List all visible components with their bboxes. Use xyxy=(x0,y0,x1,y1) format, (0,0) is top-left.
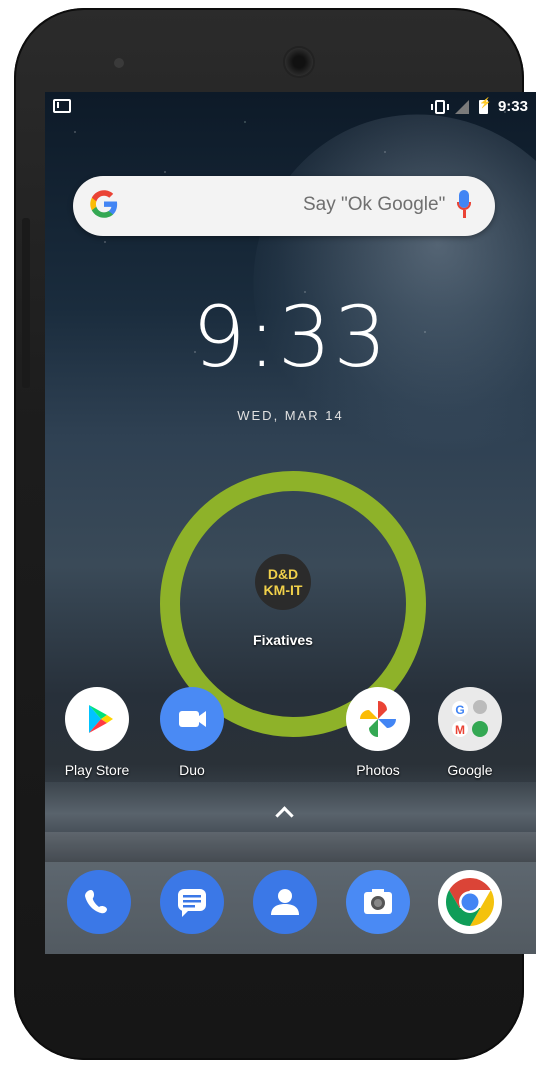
dock xyxy=(45,832,536,954)
photos-icon[interactable] xyxy=(346,687,410,751)
gmail-notification-icon xyxy=(53,99,71,113)
power-button xyxy=(22,218,30,388)
clock-time[interactable]: 9:33 xyxy=(45,288,536,386)
play-store-icon[interactable] xyxy=(65,687,129,751)
front-camera xyxy=(285,48,313,76)
home-screen: 9:33 Say "Ok Google" 9:33 WED, MAR 14 D&… xyxy=(45,92,536,954)
camera-icon[interactable] xyxy=(346,870,410,934)
messages-icon[interactable] xyxy=(160,870,224,934)
google-folder-label: Google xyxy=(447,762,493,778)
clock-date[interactable]: WED, MAR 14 xyxy=(45,408,536,423)
google-search-bar[interactable]: Say "Ok Google" xyxy=(73,176,495,236)
chrome-icon[interactable] xyxy=(438,870,502,934)
photos-label: Photos xyxy=(356,762,400,778)
mic-icon[interactable] xyxy=(457,190,471,220)
battery-charging-icon xyxy=(478,98,491,114)
fixatives-app-label: Fixatives xyxy=(253,632,313,648)
svg-text:G: G xyxy=(455,703,464,717)
duo-label: Duo xyxy=(179,762,205,778)
google-g-icon xyxy=(89,188,119,228)
search-hint: Say "Ok Google" xyxy=(303,194,446,215)
contacts-icon[interactable] xyxy=(253,870,317,934)
play-store-label: Play Store xyxy=(64,762,130,778)
vibrate-icon xyxy=(430,99,449,114)
status-bar: 9:33 xyxy=(45,92,536,126)
status-time: 9:33 xyxy=(497,98,528,115)
no-signal-icon xyxy=(454,99,469,114)
duo-icon[interactable] xyxy=(160,687,224,751)
sensor-dot xyxy=(114,58,124,68)
fixatives-app-icon[interactable]: D&D KM-IT xyxy=(255,554,311,610)
phone-icon[interactable] xyxy=(67,870,131,934)
google-folder-icon[interactable]: G M xyxy=(438,687,502,751)
svg-text:M: M xyxy=(455,723,465,737)
